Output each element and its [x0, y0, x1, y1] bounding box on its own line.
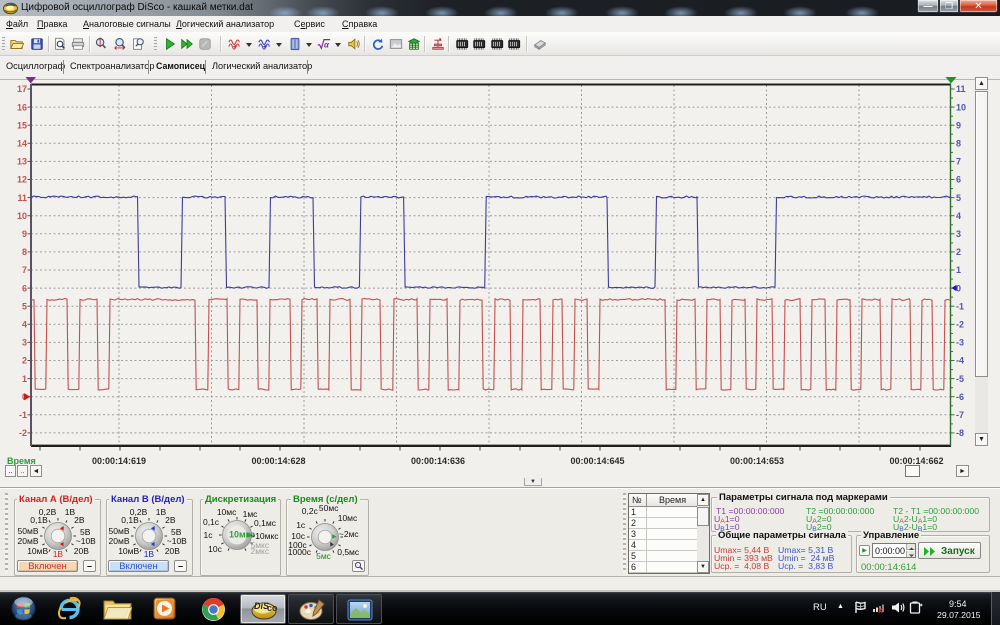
- svg-text:10: 10: [956, 102, 966, 112]
- svg-text:00:00:14:619: 00:00:14:619: [92, 456, 146, 466]
- svg-text:12: 12: [17, 175, 27, 185]
- svg-text:4: 4: [956, 211, 961, 221]
- svg-text:00:00:14:645: 00:00:14:645: [570, 456, 624, 466]
- svg-text:2: 2: [956, 247, 961, 257]
- svg-text:6: 6: [956, 175, 961, 185]
- svg-text:x: x: [878, 605, 883, 614]
- svg-text:3: 3: [956, 229, 961, 239]
- svg-text:8: 8: [956, 139, 961, 149]
- svg-text:-2: -2: [19, 428, 27, 438]
- svg-text:11: 11: [956, 84, 966, 94]
- svg-text:11: 11: [17, 193, 27, 203]
- svg-text:-5: -5: [956, 374, 964, 384]
- svg-text:00:00:14:628: 00:00:14:628: [251, 456, 305, 466]
- svg-text:1: 1: [22, 374, 27, 384]
- svg-text:7: 7: [956, 157, 961, 167]
- svg-text:0: 0: [956, 283, 961, 293]
- svg-text:9: 9: [956, 120, 961, 130]
- svg-text:-4: -4: [956, 356, 964, 366]
- svg-text:-8: -8: [956, 428, 964, 438]
- svg-text:6: 6: [22, 283, 27, 293]
- svg-text:-3: -3: [956, 338, 964, 348]
- svg-text:-1: -1: [956, 301, 964, 311]
- svg-text:4: 4: [22, 320, 27, 330]
- svg-text:2: 2: [22, 356, 27, 366]
- svg-text:14: 14: [17, 139, 27, 149]
- svg-text:7: 7: [22, 265, 27, 275]
- svg-text:00:00:14:653: 00:00:14:653: [730, 456, 784, 466]
- svg-text:5: 5: [956, 193, 961, 203]
- svg-text:8: 8: [22, 247, 27, 257]
- svg-text:16: 16: [17, 102, 27, 112]
- svg-text:α: α: [324, 41, 330, 50]
- svg-text:-1: -1: [19, 410, 27, 420]
- svg-text:-6: -6: [956, 392, 964, 402]
- svg-text:co: co: [267, 603, 278, 613]
- svg-text:10: 10: [17, 211, 27, 221]
- svg-text:17: 17: [17, 84, 27, 94]
- svg-text:00:00:14:636: 00:00:14:636: [411, 456, 465, 466]
- svg-text:9: 9: [22, 229, 27, 239]
- svg-text:-2: -2: [956, 320, 964, 330]
- svg-text:15: 15: [17, 120, 27, 130]
- svg-text:-7: -7: [956, 410, 964, 420]
- svg-text:13: 13: [17, 157, 27, 167]
- svg-text:5: 5: [22, 301, 27, 311]
- svg-text:1: 1: [956, 265, 961, 275]
- svg-text:3: 3: [22, 338, 27, 348]
